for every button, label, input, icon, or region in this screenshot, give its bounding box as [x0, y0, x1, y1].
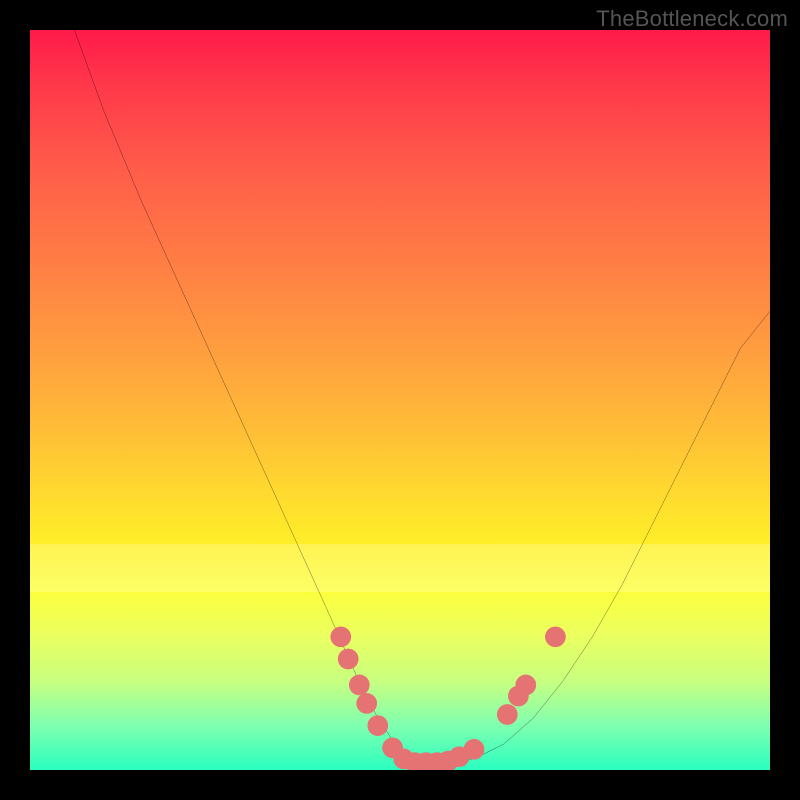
chart-svg — [30, 30, 770, 770]
chart-curve — [74, 30, 770, 763]
chart-marker — [464, 739, 485, 760]
chart-marker — [545, 626, 566, 647]
chart-marker — [338, 649, 359, 670]
chart-markers — [330, 626, 565, 770]
chart-marker — [349, 675, 370, 696]
chart-marker — [330, 626, 351, 647]
chart-plot-area — [30, 30, 770, 770]
chart-marker — [356, 693, 377, 714]
chart-marker — [367, 715, 388, 736]
watermark-text: TheBottleneck.com — [596, 6, 788, 32]
chart-marker — [497, 704, 518, 725]
chart-marker — [515, 675, 536, 696]
